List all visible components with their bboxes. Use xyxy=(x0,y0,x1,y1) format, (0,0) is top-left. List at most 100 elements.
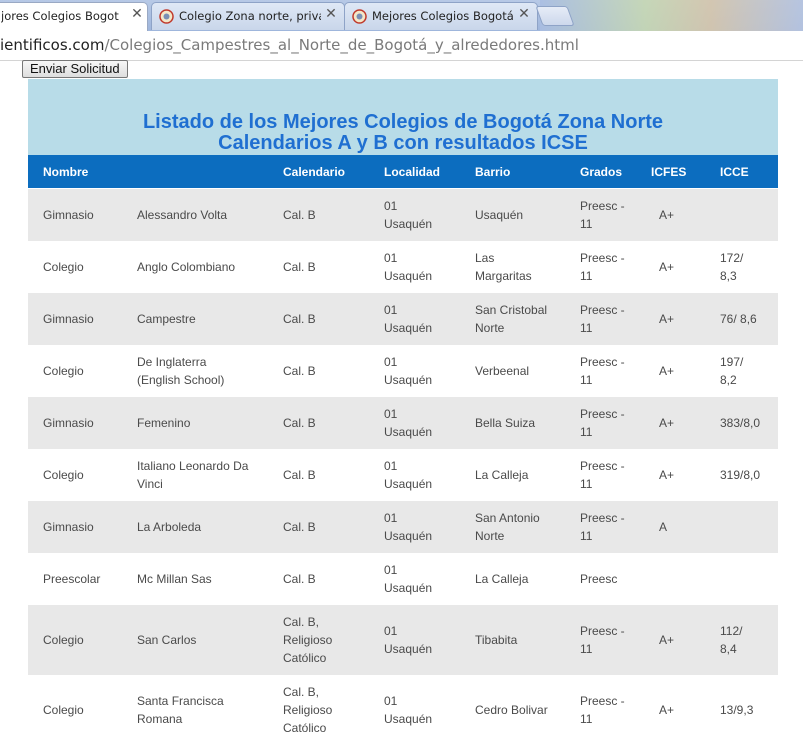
cell-icfes: A xyxy=(659,518,667,536)
tab-mejores-colegios-bogota[interactable]: Mejores Colegios Bogotá ✕ xyxy=(344,2,538,30)
new-tab-button[interactable] xyxy=(535,6,575,26)
cell-line: 11 xyxy=(580,373,593,387)
cell-calendario: Cal. B, Religioso Católico xyxy=(283,613,332,667)
cell-line: A+ xyxy=(659,260,675,274)
cell-line: 01 xyxy=(384,624,398,638)
cell-line: Cal. B xyxy=(283,364,316,378)
table-row: Colegio San Carlos Cal. B, Religioso Católic… xyxy=(28,605,778,675)
send-request-button[interactable]: Enviar Solicitud xyxy=(22,60,128,78)
cell-line: Romana xyxy=(137,712,183,726)
cell-tipo: Gimnasio xyxy=(43,518,94,536)
close-tab-icon[interactable]: ✕ xyxy=(130,7,144,21)
cell-icce: 383/8,0 xyxy=(720,414,760,432)
cell-line: Usaquén xyxy=(384,217,433,231)
cell-line: A+ xyxy=(659,468,675,482)
table-row: Gimnasio La Arboleda Cal. B 01 Usaquén San An… xyxy=(28,501,778,553)
header-icce: ICCE xyxy=(720,165,749,179)
cell-icce: 13/9,3 xyxy=(720,701,753,719)
cell-line: Preesc - xyxy=(580,303,625,317)
cell-line: 11 xyxy=(580,425,593,439)
cell-icfes: A+ xyxy=(659,631,674,649)
cell-nombre: Campestre xyxy=(137,310,196,328)
cell-grados: Preesc - 11 xyxy=(580,301,625,337)
cell-grados: Preesc - 11 xyxy=(580,622,625,658)
cell-tipo: Colegio xyxy=(43,701,84,719)
tab-mejores-colegios-active[interactable]: jores Colegios Bogotá ✕ xyxy=(0,2,148,31)
cell-barrio: Las Margaritas xyxy=(475,249,532,285)
cell-line: Norte xyxy=(475,529,505,543)
tab-title: Colegio Zona norte, privad xyxy=(179,9,321,23)
page-title-line-2: Calendarios A y B con resultados ICSE xyxy=(218,132,588,154)
cell-localidad: 01 Usaquén xyxy=(384,509,432,545)
close-tab-icon[interactable]: ✕ xyxy=(517,7,531,21)
cell-line: Religioso xyxy=(283,703,333,717)
table-row: Colegio Santa Francisca Romana Cal. B, Relig… xyxy=(28,675,778,745)
site-favicon-icon xyxy=(352,9,367,24)
cell-line: Italiano Leonardo Da xyxy=(137,459,249,473)
cell-tipo: Gimnasio xyxy=(43,414,94,432)
cell-barrio: La Calleja xyxy=(475,466,528,484)
cell-line: 112/ xyxy=(720,624,743,638)
cell-line: Cal. B xyxy=(283,520,316,534)
cell-grados: Preesc - 11 xyxy=(580,249,625,285)
cell-line: Santa Francisca xyxy=(137,694,224,708)
cell-calendario: Cal. B xyxy=(283,362,316,380)
cell-line: Colegio xyxy=(43,703,84,717)
cell-line: 8,2 xyxy=(720,373,737,387)
header-calendario: Calendario xyxy=(283,165,346,179)
cell-line: 01 xyxy=(384,511,398,525)
cell-icce: 319/8,0 xyxy=(720,466,760,484)
cell-line: Preesc - xyxy=(580,624,625,638)
cell-barrio: Cedro Bolivar xyxy=(475,701,548,719)
table-row: Gimnasio Campestre Cal. B 01 Usaquén San Cris… xyxy=(28,293,778,345)
address-bar[interactable]: ientificos.com/Colegios_Campestres_al_No… xyxy=(0,31,803,61)
tab-title: Mejores Colegios Bogotá xyxy=(372,9,514,23)
cell-icce: 112/8,4 xyxy=(720,622,742,658)
header-grados: Grados xyxy=(580,165,623,179)
page-title-line-1: Listado de los Mejores Colegios de Bogot… xyxy=(142,111,664,133)
cell-line: San Cristobal xyxy=(475,303,548,317)
cell-line: Mc Millan Sas xyxy=(137,572,212,586)
cell-line: A+ xyxy=(659,703,675,717)
cell-line: A+ xyxy=(659,633,675,647)
cell-calendario: Cal. B xyxy=(283,414,316,432)
cell-line: 11 xyxy=(580,477,593,491)
cell-line: 319/8,0 xyxy=(720,468,761,482)
cell-line: Preesc - xyxy=(580,251,625,265)
cell-icce: 172/8,3 xyxy=(720,249,743,285)
cell-grados: Preesc - 11 xyxy=(580,457,625,493)
cell-line: Margaritas xyxy=(475,269,532,283)
cell-line: 01 xyxy=(384,459,398,473)
cell-icfes: A+ xyxy=(659,466,674,484)
cell-line: A+ xyxy=(659,208,675,222)
cell-line: Bella Suiza xyxy=(475,416,536,430)
cell-localidad: 01 Usaquén xyxy=(384,622,432,658)
cell-line: Las xyxy=(475,251,495,265)
url-text[interactable]: ientificos.com/Colegios_Campestres_al_No… xyxy=(0,36,579,54)
table-row: Gimnasio Femenino Cal. B 01 Usaquén Bella Sui… xyxy=(28,397,778,449)
cell-line: Católico xyxy=(283,721,327,735)
cell-calendario: Cal. B xyxy=(283,466,316,484)
cell-line: 76/ 8,6 xyxy=(720,312,757,326)
cell-icfes: A+ xyxy=(659,701,674,719)
table-row: Gimnasio Alessandro Volta Cal. B 01 Usaquén U… xyxy=(28,189,778,241)
cell-line: Católico xyxy=(283,651,327,665)
cell-line: Cal. B xyxy=(283,416,316,430)
table-row: Colegio Italiano Leonardo Da Vinci Cal. B 01… xyxy=(28,449,778,501)
cell-line: 01 xyxy=(384,199,398,213)
cell-barrio: San Cristobal Norte xyxy=(475,301,547,337)
cell-line: (English School) xyxy=(137,373,225,387)
cell-line: San Carlos xyxy=(137,633,197,647)
cell-line: Campestre xyxy=(137,312,196,326)
tab-strip: jores Colegios Bogotá ✕ Colegio Zona nor… xyxy=(0,0,803,31)
cell-grados: Preesc - 11 xyxy=(580,197,625,233)
cell-grados: Preesc - 11 xyxy=(580,405,625,441)
cell-barrio: San Antonio Norte xyxy=(475,509,540,545)
close-tab-icon[interactable]: ✕ xyxy=(324,7,338,21)
cell-tipo: Preescolar xyxy=(43,570,100,588)
cell-barrio: Tibabita xyxy=(475,631,517,649)
cell-line: 11 xyxy=(580,217,593,231)
tab-colegio-zona-norte[interactable]: Colegio Zona norte, privad ✕ xyxy=(151,2,345,30)
cell-line: Usaquén xyxy=(384,321,433,335)
header-nombre: Nombre xyxy=(43,165,89,179)
